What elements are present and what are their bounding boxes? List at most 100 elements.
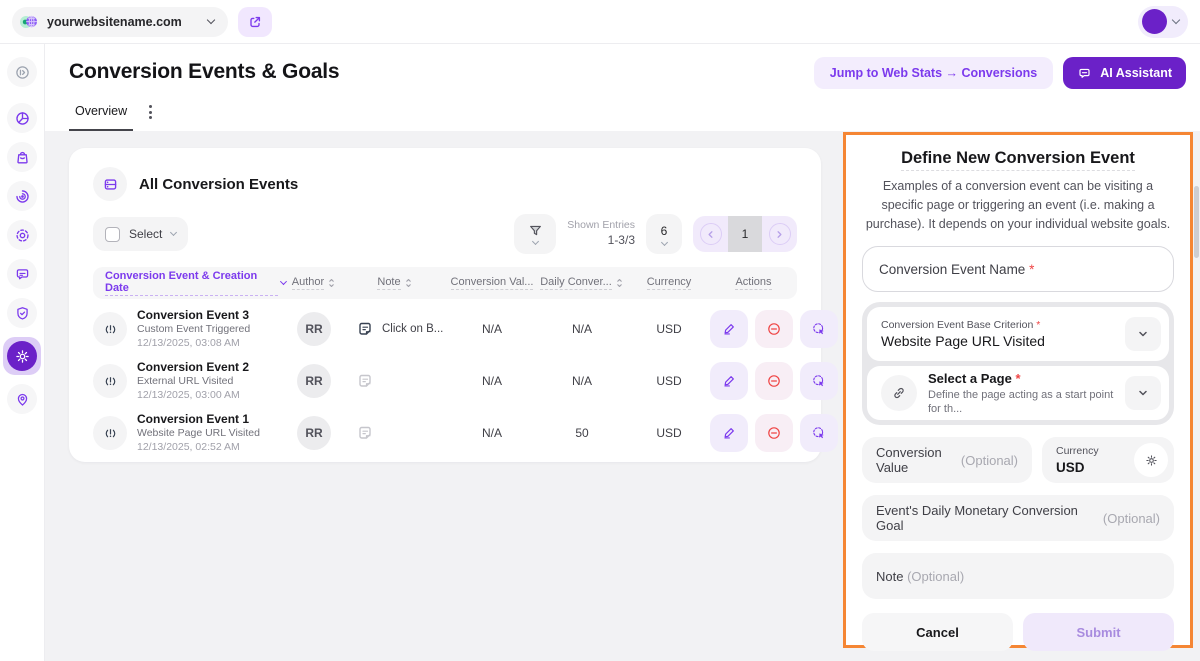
event-broadcast-icon	[93, 312, 127, 346]
shown-entries: Shown Entries 1-3/3	[567, 219, 635, 248]
event-broadcast-icon	[93, 416, 127, 450]
column-currency[interactable]: Currency	[628, 276, 710, 290]
select-all-checkbox[interactable]	[105, 227, 120, 242]
event-name[interactable]: Conversion Event 3	[137, 308, 250, 323]
chevron-down-button[interactable]	[1125, 317, 1161, 351]
arrow-right-icon	[774, 229, 785, 240]
pencil-icon	[721, 373, 737, 389]
sidebar-item-settings[interactable]	[3, 337, 41, 375]
ai-assistant-label: AI Assistant	[1100, 66, 1172, 80]
sidebar-item-sessions[interactable]	[7, 181, 37, 211]
sort-icon	[615, 277, 624, 289]
panel-title: Define New Conversion Event	[862, 149, 1174, 168]
filter-button[interactable]	[514, 214, 556, 254]
pagination: 1	[693, 216, 797, 252]
shopping-bag-icon	[14, 149, 31, 166]
conversion-events-card: All Conversion Events Select Shown Entri…	[69, 148, 821, 462]
track-click-button[interactable]	[800, 310, 838, 348]
avatar	[1142, 9, 1167, 34]
shield-check-icon	[14, 305, 31, 322]
remove-event-button[interactable]	[755, 414, 793, 452]
edit-event-button[interactable]	[710, 362, 748, 400]
chevron-down-icon	[1172, 16, 1180, 24]
pencil-icon	[721, 425, 737, 441]
sidebar-item-ecommerce[interactable]	[7, 142, 37, 172]
event-created: 12/13/2025, 02:52 AM	[137, 441, 260, 455]
chevron-down-button[interactable]	[1125, 376, 1161, 410]
site-selector[interactable]: yourwebsitename.com	[12, 7, 228, 37]
conversion-value: N/A	[448, 426, 536, 440]
daily-goal-input[interactable]: Event's Daily Monetary Conversion Goal (…	[862, 495, 1174, 541]
note-icon[interactable]	[355, 371, 375, 391]
event-name[interactable]: Conversion Event 1	[137, 412, 260, 427]
user-menu[interactable]	[1138, 6, 1188, 38]
event-broadcast-icon	[93, 364, 127, 398]
event-criterion: Custom Event Triggered	[137, 323, 250, 337]
conversion-value: N/A	[448, 374, 536, 388]
jump-to-web-stats-button[interactable]: Jump to Web Stats → Conversions	[814, 57, 1053, 89]
scrollbar-thumb[interactable]	[1194, 186, 1199, 258]
table-toolbar: Select Shown Entries 1-3/3 6	[69, 214, 821, 254]
column-author[interactable]: Author	[286, 276, 342, 290]
open-website-button[interactable]	[238, 7, 272, 37]
conversion-event-name-input[interactable]: Conversion Event Name *	[862, 246, 1174, 292]
remove-event-button[interactable]	[755, 310, 793, 348]
arrow-left-icon	[705, 229, 716, 240]
sidebar-item-feedback[interactable]	[7, 259, 37, 289]
conversion-value: N/A	[448, 322, 536, 336]
currency-value: USD	[1056, 459, 1099, 477]
sidebar-collapse-button[interactable]	[7, 57, 37, 87]
main-content: Conversion Events & Goals Jump to Web St…	[45, 44, 1200, 661]
column-note[interactable]: Note	[342, 276, 448, 290]
note-icon[interactable]	[355, 423, 375, 443]
pencil-icon	[721, 321, 737, 337]
tab-options-menu[interactable]	[149, 105, 152, 130]
note-input[interactable]: Note (Optional)	[862, 553, 1174, 599]
sidebar-item-goals[interactable]	[7, 220, 37, 250]
base-criterion-select[interactable]: Conversion Event Base Criterion * Websit…	[867, 307, 1169, 361]
chat-bubble-icon	[1077, 66, 1092, 81]
note-icon[interactable]	[355, 319, 375, 339]
sidebar-item-privacy[interactable]	[7, 298, 37, 328]
edit-event-button[interactable]	[710, 414, 748, 452]
required-marker: *	[1029, 262, 1034, 277]
chevron-down-icon	[532, 238, 539, 245]
page-header: Conversion Events & Goals Jump to Web St…	[45, 44, 1200, 131]
criterion-value: Website Page URL Visited	[881, 332, 1045, 350]
column-conversion-value[interactable]: Conversion Val...	[448, 276, 536, 290]
currency-label: Currency	[1056, 444, 1099, 458]
submit-button[interactable]: Submit	[1023, 613, 1174, 651]
column-event-date[interactable]: Conversion Event & Creation Date	[93, 270, 286, 296]
column-daily-conversion[interactable]: Daily Conver...	[536, 276, 628, 290]
site-favicon	[19, 12, 39, 32]
sidebar-item-analytics[interactable]	[7, 103, 37, 133]
conversion-value-input[interactable]: Conversion Value (Optional)	[862, 437, 1032, 483]
track-click-button[interactable]	[800, 362, 838, 400]
currency-field[interactable]: Currency USD	[1042, 437, 1174, 483]
currency-settings-button[interactable]	[1134, 443, 1168, 477]
minus-circle-icon	[766, 373, 782, 389]
target-icon	[14, 227, 31, 244]
page-number[interactable]: 1	[728, 216, 762, 252]
cursor-click-icon	[811, 321, 827, 337]
previous-page-button[interactable]	[693, 216, 728, 252]
cancel-button[interactable]: Cancel	[862, 613, 1013, 651]
event-created: 12/13/2025, 03:00 AM	[137, 389, 249, 403]
event-name[interactable]: Conversion Event 2	[137, 360, 249, 375]
ai-assistant-button[interactable]: AI Assistant	[1063, 57, 1186, 89]
edit-event-button[interactable]	[710, 310, 748, 348]
select-page-dropdown[interactable]: Select a Page * Define the page acting a…	[867, 366, 1169, 420]
page-size-select[interactable]: 6	[646, 214, 682, 254]
table-row: Conversion Event 1 Website Page URL Visi…	[93, 407, 797, 459]
tab-overview[interactable]: Overview	[69, 104, 133, 131]
select-dropdown-button[interactable]: Select	[93, 217, 188, 251]
gear-icon	[1144, 453, 1159, 468]
chevron-down-icon	[170, 229, 177, 236]
minus-circle-icon	[766, 321, 782, 337]
track-click-button[interactable]	[800, 414, 838, 452]
remove-event-button[interactable]	[755, 362, 793, 400]
sidebar-item-locations[interactable]	[7, 384, 37, 414]
collapse-arrow-icon	[14, 64, 31, 81]
next-page-button[interactable]	[762, 216, 797, 252]
criterion-label: Conversion Event Base Criterion *	[881, 318, 1045, 332]
